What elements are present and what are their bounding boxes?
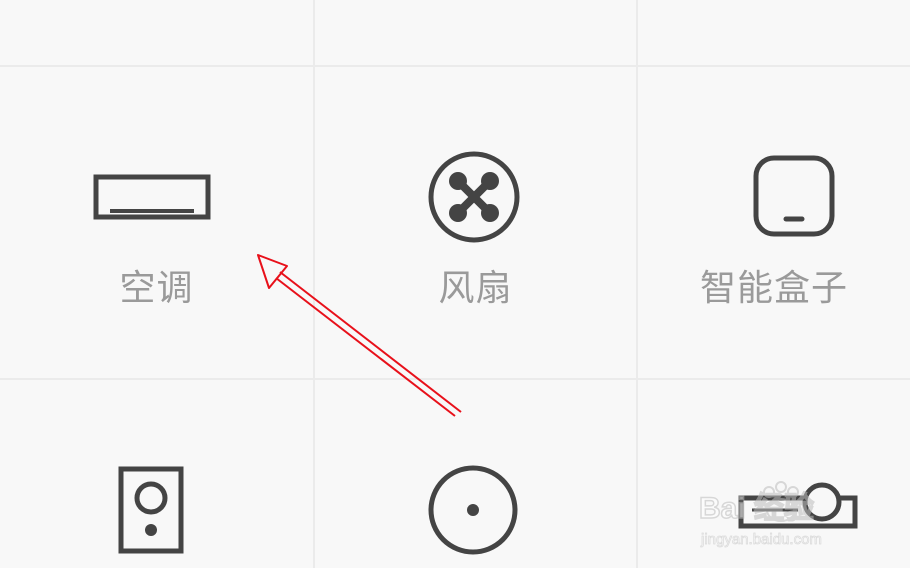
device-label-smart-box: 智能盒子 (699, 268, 848, 309)
device-tile-fan[interactable]: 风扇 (315, 67, 636, 378)
device-tile-smart-box[interactable]: 智能盒子 (638, 67, 910, 378)
tv-box-icon (753, 155, 835, 237)
device-tile-air-conditioner[interactable]: 空调 (0, 67, 313, 378)
watermark-brand: Bai 经验 (699, 491, 814, 525)
watermark-url: jingyan.baidu.com (700, 531, 822, 548)
air-conditioner-icon (93, 174, 211, 220)
speaker-icon (118, 466, 184, 554)
camera-lens-icon (428, 465, 518, 555)
device-tile-speaker[interactable] (0, 380, 313, 568)
device-tile-camera[interactable] (315, 380, 636, 568)
device-grid-screen: 空调 风扇 智能盒子 Bai 经验 jingyan.baidu.com (0, 0, 910, 568)
device-label-fan: 风扇 (438, 268, 513, 309)
baidu-jingyan-watermark: Bai 经验 jingyan.baidu.com (697, 474, 867, 554)
device-label-air-conditioner: 空调 (119, 268, 194, 309)
paw-logo-icon: Bai 经验 jingyan.baidu.com (698, 481, 822, 548)
fan-icon (428, 151, 520, 243)
